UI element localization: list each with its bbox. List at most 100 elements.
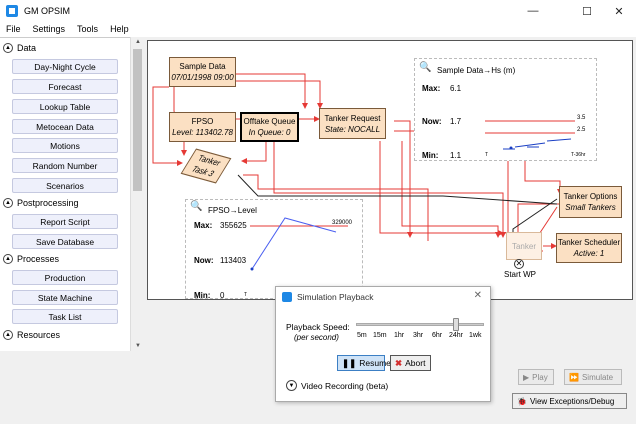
pause-icon: ❚❚ (342, 357, 357, 368)
section-label: Postprocessing (17, 198, 79, 208)
level-monitor[interactable]: 🔍 FPSO→Level Max: 355625 Now: 113403 Min… (185, 199, 363, 300)
abort-label: Abort (405, 358, 426, 368)
sidebar-item-save-database[interactable]: Save Database (12, 234, 118, 249)
chevron-down-icon[interactable]: ▼ (286, 380, 297, 391)
simulate-button[interactable]: ⏩ Simulate (564, 369, 622, 385)
playback-speed-label: Playback Speed: (286, 322, 350, 332)
video-recording-label: Video Recording (beta) (301, 380, 389, 391)
menu-file[interactable]: File (0, 24, 27, 34)
video-recording-expander[interactable]: ▼ Video Recording (beta) (286, 380, 388, 391)
sidebar: ▲ Data Day-Night Cycle Forecast Lookup T… (0, 37, 144, 351)
tick-6hr: 6hr (432, 332, 443, 339)
tanker-scheduler-node[interactable]: Tanker Scheduler Active: 1 (556, 233, 622, 263)
view-exceptions-label: View Exceptions/Debug (529, 396, 615, 406)
start-waypoint-icon[interactable]: ✕ (514, 259, 524, 269)
node-subtitle: Active: 1 (573, 249, 605, 258)
collapse-icon[interactable]: ▲ (3, 330, 13, 340)
section-resources[interactable]: ▲ Resources (3, 327, 60, 343)
ref-high-label: 3.5 (577, 115, 586, 121)
section-label: Processes (17, 254, 60, 264)
menu-tools[interactable]: Tools (71, 24, 104, 34)
bug-icon: 🐞 (517, 396, 527, 406)
abort-icon: ✖ (395, 357, 403, 368)
tick-15m: 15m (373, 332, 387, 339)
tick-3hr: 3hr (413, 332, 424, 339)
ref-label: 329000 (332, 220, 353, 226)
start-wp-label: Start WP (504, 270, 537, 279)
play-button[interactable]: ▶ Play (518, 369, 554, 385)
node-subtitle: 07/01/1998 09:00 (171, 73, 234, 82)
sidebar-scrollbar[interactable]: ▲ ▼ (130, 37, 144, 351)
sidebar-item-state-machine[interactable]: State Machine (12, 290, 118, 305)
fpso-node[interactable]: FPSO Level: 113402.78 (169, 112, 236, 142)
collapse-icon[interactable]: ▲ (3, 43, 13, 53)
minimize-button[interactable]: — (518, 0, 548, 22)
x-end-label: T-36hr (571, 152, 586, 158)
menu-help[interactable]: Help (104, 24, 135, 34)
ref-low-label: 2.5 (577, 127, 586, 133)
play-icon: ▶ (523, 372, 530, 382)
collapse-icon[interactable]: ▲ (3, 198, 13, 208)
section-processes[interactable]: ▲ Processes (3, 251, 59, 267)
section-label: Resources (17, 330, 61, 340)
speed-slider[interactable] (356, 323, 484, 326)
node-title: Sample Data (179, 62, 226, 71)
close-button[interactable]: ✕ (604, 0, 634, 22)
simulation-playback-dialog: Simulation Playback ✕ Playback Speed: (p… (275, 286, 491, 402)
sidebar-item-lookup-table[interactable]: Lookup Table (12, 99, 118, 114)
app-icon (6, 5, 18, 17)
offtake-queue-node[interactable]: Offtake Queue In Queue: 0 (240, 112, 299, 142)
node-title: Tanker Options (563, 192, 618, 201)
x-start-label: T (244, 292, 248, 298)
simulate-label: Simulate (581, 372, 614, 382)
node-subtitle: In Queue: 0 (248, 128, 291, 137)
model-canvas[interactable]: Sample Data 07/01/1998 09:00 FPSO Level:… (147, 40, 633, 300)
menu-settings[interactable]: Settings (27, 24, 72, 34)
playback-speed-sub: (per second) (294, 333, 339, 342)
tick-1wk: 1wk (469, 332, 482, 339)
maximize-button[interactable]: ☐ (572, 0, 602, 22)
tick-24hr: 24hr (449, 332, 464, 339)
title-bar: GM OPSIM — ☐ ✕ (0, 0, 636, 22)
node-title: Tanker Request (324, 113, 381, 123)
hs-monitor[interactable]: 🔍 Sample Data→Hs (m) Max: 6.1 Now: 1.7 M… (414, 58, 597, 161)
sidebar-item-forecast[interactable]: Forecast (12, 79, 118, 94)
scroll-up-icon[interactable]: ▲ (131, 37, 145, 47)
collapse-icon[interactable]: ▲ (3, 254, 13, 264)
sidebar-item-scenarios[interactable]: Scenarios (12, 178, 118, 193)
section-data[interactable]: ▲ Data (3, 40, 36, 56)
speed-slider-thumb[interactable] (453, 318, 459, 331)
sidebar-item-day-night-cycle[interactable]: Day-Night Cycle (12, 59, 118, 74)
dialog-close-icon[interactable]: ✕ (474, 290, 482, 301)
x-start-label: T (485, 152, 489, 158)
section-label: Data (17, 43, 37, 53)
sidebar-item-report-script[interactable]: Report Script (12, 214, 118, 229)
dialog-title: Simulation Playback (297, 292, 374, 302)
sidebar-item-random-number[interactable]: Random Number (12, 158, 118, 173)
tanker-ghost-node[interactable]: Tanker (506, 232, 542, 260)
node-title: Tanker Scheduler (557, 238, 621, 247)
sidebar-item-task-list[interactable]: Task List (12, 309, 118, 324)
node-title: Tanker (511, 241, 536, 251)
sidebar-item-production[interactable]: Production (12, 270, 118, 285)
sidebar-item-motions[interactable]: Motions (12, 138, 118, 153)
dialog-app-icon (282, 292, 292, 302)
view-exceptions-button[interactable]: 🐞 View Exceptions/Debug (512, 393, 627, 409)
sample-data-node[interactable]: Sample Data 07/01/1998 09:00 (169, 57, 236, 87)
node-title: FPSO (191, 117, 214, 126)
scroll-thumb[interactable] (133, 49, 142, 191)
tanker-request-node[interactable]: Tanker Request State: NOCALL (319, 108, 386, 139)
hs-sparkline (485, 120, 575, 150)
abort-button[interactable]: ✖ Abort (390, 355, 431, 371)
dialog-title-bar[interactable]: Simulation Playback ✕ (276, 287, 490, 307)
tanker-options-node[interactable]: Tanker Options Small Tankers (559, 186, 622, 218)
scroll-down-icon[interactable]: ▼ (131, 341, 145, 351)
tick-1hr: 1hr (394, 332, 405, 339)
resume-label: Resume (359, 358, 391, 368)
resume-button[interactable]: ❚❚ Resume (337, 355, 391, 371)
sidebar-item-metocean-data[interactable]: Metocean Data (12, 119, 118, 134)
menu-bar: File Settings Tools Help (0, 22, 636, 36)
node-title: Offtake Queue (243, 117, 296, 126)
fast-forward-icon: ⏩ (569, 372, 579, 382)
section-postprocessing[interactable]: ▲ Postprocessing (3, 195, 79, 211)
